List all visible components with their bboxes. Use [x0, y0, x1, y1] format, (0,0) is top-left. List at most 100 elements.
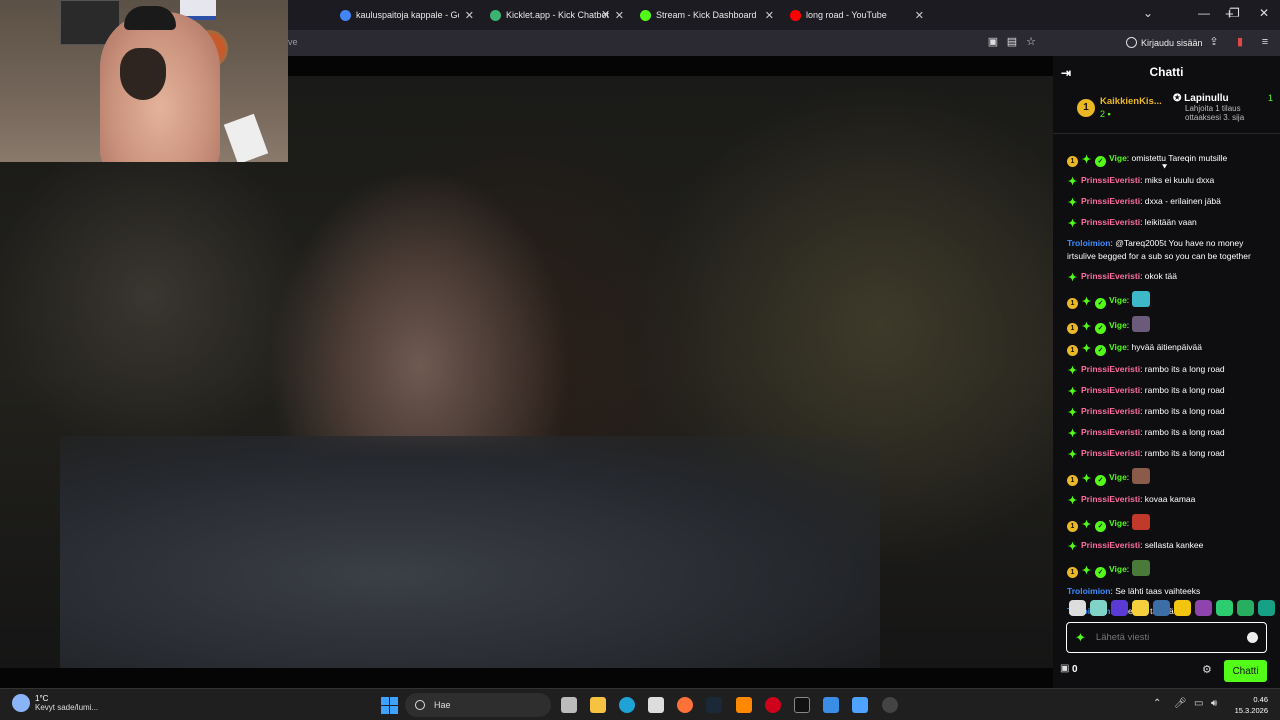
browser-tab[interactable]: Stream - Kick Dashboard ✕ — [632, 0, 782, 30]
emoji-picker-icon[interactable] — [1247, 632, 1258, 643]
chat-message-list[interactable]: 1 ✦ ✓ Vige: omistettu Tareqin mutsille ✦ Prin… — [1053, 148, 1280, 621]
close-tab-icon[interactable]: ✕ — [465, 9, 474, 22]
quick-emote-icon[interactable] — [1069, 600, 1086, 616]
tab-favicon-icon — [790, 9, 801, 21]
bookmark-star-icon[interactable]: ☆ — [1024, 35, 1038, 49]
store-icon[interactable] — [648, 697, 664, 713]
browser-tab-bar: ✕ kauluspaitoja kappale - Google✕Kicklet… — [288, 0, 1280, 30]
tab-label: Kicklet.app - Kick Chatbot and C — [506, 10, 609, 20]
chat-username[interactable]: PrinssiEveristi — [1081, 385, 1140, 395]
chat-message: ✦ PrinssiEveristi: sellasta kankee — [1067, 539, 1204, 553]
chat-username[interactable]: PrinssiEveristi — [1081, 175, 1140, 185]
chat-username[interactable]: Vige — [1109, 472, 1127, 482]
top-gifter-first[interactable]: 1 KaikkienKis... 2 ▪ — [1077, 96, 1162, 119]
top-gifter-second[interactable]: ✪ Lapinullu 1 Lahjoita 1 tilaus ottaakse… — [1173, 93, 1273, 122]
paint-icon[interactable] — [823, 697, 839, 713]
minimize-button[interactable]: — — [1198, 6, 1210, 20]
chat-username[interactable]: PrinssiEveristi — [1081, 540, 1140, 550]
extensions-icon[interactable]: ⇪ — [1207, 35, 1221, 49]
chat-username[interactable]: Vige — [1109, 342, 1127, 352]
kick-star-badge-icon: ✦ — [1081, 342, 1092, 355]
close-tab-icon[interactable]: ✕ — [615, 9, 624, 22]
menu-icon[interactable]: ≡ — [1258, 35, 1272, 49]
task-view-icon[interactable] — [561, 697, 577, 713]
chat-username[interactable]: Troloimion — [1067, 238, 1110, 248]
quick-emote-icon[interactable] — [1132, 600, 1149, 616]
send-chat-button[interactable]: Chatti — [1224, 660, 1267, 682]
chat-username[interactable]: Vige — [1109, 564, 1127, 574]
quick-emote-icon[interactable] — [1174, 600, 1191, 616]
chat-message: 1 ✦ ✓ Vige: omistettu Tareqin mutsille — [1053, 148, 1280, 170]
opera-icon[interactable] — [765, 697, 781, 713]
edge-icon[interactable] — [619, 697, 635, 713]
quick-emote-icon[interactable] — [1111, 600, 1128, 616]
close-window-button[interactable]: ✕ — [1259, 6, 1269, 20]
webcam-beard — [120, 48, 166, 100]
app-window-icon[interactable] — [852, 697, 868, 713]
quick-emote-icon[interactable] — [1153, 600, 1170, 616]
verified-badge-icon: ✓ — [1095, 566, 1106, 578]
chat-username[interactable]: Troloimion — [1067, 586, 1110, 596]
chat-username[interactable]: Vige — [1109, 320, 1127, 330]
collapse-chat-icon[interactable]: ⇥ — [1061, 66, 1071, 80]
clock-time: 0.46 — [1253, 695, 1268, 704]
chat-username[interactable]: PrinssiEveristi — [1081, 448, 1140, 458]
chat-username[interactable]: PrinssiEveristi — [1081, 427, 1140, 437]
firefox-icon[interactable] — [677, 697, 693, 713]
tab-list-chevron-icon[interactable]: ⌄ — [1143, 6, 1153, 20]
quick-emote-icon[interactable] — [1216, 600, 1233, 616]
file-explorer-icon[interactable] — [590, 697, 606, 713]
close-tab-icon[interactable]: ✕ — [765, 9, 774, 22]
chat-input[interactable] — [1095, 632, 1236, 643]
chat-username[interactable]: PrinssiEveristi — [1081, 364, 1140, 374]
chat-input-box[interactable]: ✦ — [1066, 622, 1267, 653]
quick-emote-icon[interactable] — [1237, 600, 1254, 616]
chat-message: ✦ PrinssiEveristi: rambo its a long road — [1067, 426, 1225, 440]
chat-username[interactable]: PrinssiEveristi — [1081, 271, 1140, 281]
quick-emote-icon[interactable] — [1195, 600, 1212, 616]
chat-message: 1 ✦ ✓ Vige: — [1053, 464, 1280, 489]
browser-tab[interactable]: long road - YouTube ✕ — [782, 0, 932, 30]
reader-view-icon[interactable]: ▤ — [1005, 35, 1019, 49]
maximize-button[interactable]: ❐ — [1229, 6, 1240, 20]
windows-start-button[interactable] — [381, 697, 398, 714]
browser-tab[interactable]: Kicklet.app - Kick Chatbot and C ✕ — [482, 0, 632, 30]
weather-widget[interactable]: 1°C Kevyt sade/lumi... — [12, 694, 98, 712]
close-tab-icon[interactable]: ✕ — [915, 9, 924, 22]
chat-footer: ▣ 0 ⚙ Chatti — [1060, 660, 1267, 682]
webcam-cap — [124, 6, 176, 30]
volume-icon[interactable]: 🔊︎ — [1211, 698, 1217, 709]
url-fragment[interactable]: ve — [288, 37, 298, 47]
points-icon[interactable]: ▣ — [1060, 663, 1069, 674]
system-clock[interactable]: 0.46 15.3.2026 — [1220, 694, 1268, 716]
screen: ✕ kauluspaitoja kappale - Google✕Kicklet… — [0, 0, 1280, 720]
terminal-icon[interactable] — [794, 697, 810, 713]
taskbar-search[interactable]: Hae — [405, 693, 551, 717]
chat-settings-gear-icon[interactable]: ⚙ — [1202, 663, 1212, 676]
obs-icon[interactable] — [882, 697, 898, 713]
chat-username[interactable]: PrinssiEveristi — [1081, 494, 1140, 504]
clock-date: 15.3.2026 — [1234, 706, 1268, 715]
quick-emote-icon[interactable] — [1090, 600, 1107, 616]
chat-username[interactable]: Vige — [1109, 153, 1127, 163]
microphone-icon[interactable]: 🎤︎ — [1174, 698, 1187, 709]
kick-star-badge-icon: ✦ — [1081, 518, 1092, 531]
addon-icon[interactable]: ▮ — [1233, 35, 1247, 49]
tab-label: kauluspaitoja kappale - Google — [356, 10, 459, 20]
chat-title: Chatti — [1149, 65, 1184, 79]
network-icon[interactable]: ▭ — [1194, 698, 1203, 709]
subscriber-badge-icon: 1 — [1067, 474, 1078, 486]
screenshot-icon[interactable]: ▣ — [986, 35, 1000, 49]
chat-username[interactable]: PrinssiEveristi — [1081, 406, 1140, 416]
chat-username[interactable]: PrinssiEveristi — [1081, 196, 1140, 206]
quick-emote-icon[interactable] — [1258, 600, 1275, 616]
browser-tab[interactable]: kauluspaitoja kappale - Google ✕ — [332, 0, 482, 30]
chat-username[interactable]: Vige — [1109, 518, 1127, 528]
tray-overflow-chevron-icon[interactable]: ⌃ — [1153, 698, 1161, 709]
emote-image-icon — [1131, 559, 1150, 576]
steam-icon[interactable] — [706, 697, 722, 713]
login-button[interactable]: Kirjaudu sisään — [1126, 37, 1203, 48]
vlc-icon[interactable] — [736, 697, 752, 713]
chat-username[interactable]: PrinssiEveristi — [1081, 217, 1140, 227]
chat-username[interactable]: Vige — [1109, 295, 1127, 305]
